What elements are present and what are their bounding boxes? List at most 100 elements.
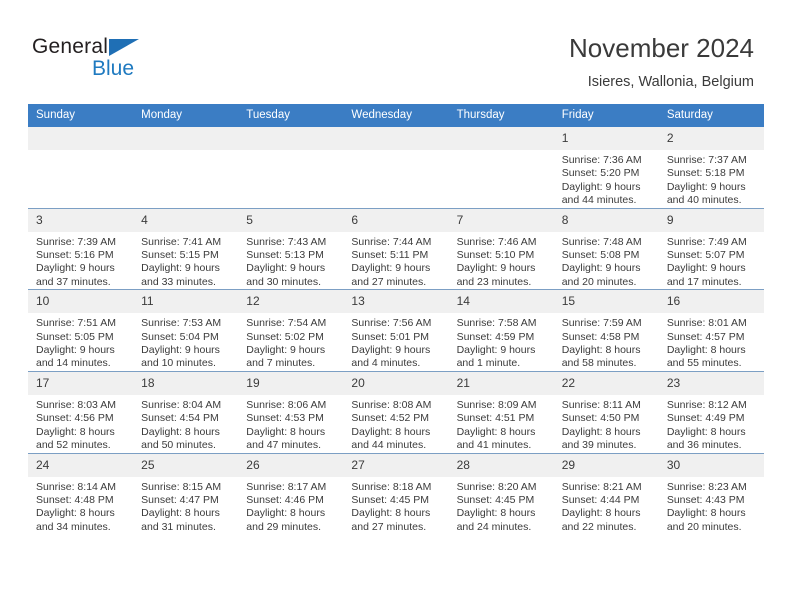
daylight-text-line2: and 39 minutes. [561, 439, 637, 452]
sunrise-text: Sunrise: 7:41 AM [141, 235, 222, 248]
calendar-day-cell[interactable]: 7 Sunrise: 7:46 AM Sunset: 5:10 PM Daylight… [448, 207, 554, 290]
daylight-text-line2: and 22 minutes. [561, 520, 637, 533]
calendar-day-cell[interactable]: 2 Sunrise: 7:37 AM Sunset: 5:18 PM Daylight… [658, 127, 764, 209]
calendar-day-cell[interactable]: 16 Sunrise: 8:01 AM Sunset: 4:57 PM Dayligh… [658, 289, 764, 372]
calendar-day-cell[interactable]: 27 Sunrise: 8:18 AM Sunset: 4:45 PM Dayligh… [343, 452, 449, 535]
calendar-day-cell[interactable]: 14 Sunrise: 7:58 AM Sunset: 4:59 PM Dayligh… [448, 289, 554, 372]
day-details: Sunrise: 8:01 AM Sunset: 4:57 PM Daylight:… [659, 313, 764, 371]
sunset-text: Sunset: 4:58 PM [561, 330, 640, 343]
calendar-day-cell[interactable]: 30 Sunrise: 8:23 AM Sunset: 4:43 PM Dayligh… [658, 452, 764, 535]
sunrise-text: Sunrise: 7:53 AM [141, 317, 222, 330]
calendar-day-cell[interactable]: 17 Sunrise: 8:03 AM Sunset: 4:56 PM Dayligh… [28, 370, 134, 453]
calendar-day-cell[interactable]: 26 Sunrise: 8:17 AM Sunset: 4:46 PM Dayligh… [238, 452, 344, 535]
day-details: Sunrise: 7:51 AM Sunset: 5:05 PM Daylight:… [28, 313, 133, 371]
day-number: 17 [28, 371, 134, 395]
calendar-day-cell[interactable]: 10 Sunrise: 7:51 AM Sunset: 5:05 PM Dayligh… [28, 289, 134, 372]
daylight-text-line1: Daylight: 8 hours [351, 507, 431, 520]
daylight-text-line2: and 27 minutes. [351, 520, 427, 533]
sunset-text: Sunset: 5:01 PM [351, 330, 430, 343]
sunset-text: Sunset: 4:47 PM [141, 493, 219, 506]
calendar-week-row: 17 Sunrise: 8:03 AM Sunset: 4:56 PM Dayligh… [28, 370, 764, 453]
day-number: 29 [553, 453, 659, 477]
calendar-day-cell[interactable]: 25 Sunrise: 8:15 AM Sunset: 4:47 PM Dayligh… [133, 452, 239, 535]
sunrise-text: Sunrise: 8:23 AM [666, 480, 747, 493]
sunrise-text: Sunrise: 8:06 AM [246, 398, 327, 411]
calendar-day-cell[interactable]: 29 Sunrise: 8:21 AM Sunset: 4:44 PM Dayligh… [553, 452, 659, 535]
calendar-day-cell[interactable]: 24 Sunrise: 8:14 AM Sunset: 4:48 PM Dayligh… [28, 452, 134, 535]
day-details: Sunrise: 7:53 AM Sunset: 5:04 PM Daylight:… [133, 313, 238, 371]
day-details: Sunrise: 8:20 AM Sunset: 4:45 PM Daylight:… [449, 477, 554, 535]
calendar-day-cell[interactable]: 23 Sunrise: 8:12 AM Sunset: 4:49 PM Dayligh… [658, 370, 764, 453]
day-details: Sunrise: 7:41 AM Sunset: 5:15 PM Daylight:… [133, 232, 238, 290]
day-number: 8 [553, 208, 659, 232]
daylight-text-line1: Daylight: 9 hours [141, 344, 220, 357]
daylight-text-line1: Daylight: 9 hours [351, 344, 431, 357]
daylight-text-line2: and 44 minutes. [561, 194, 637, 207]
day-details: Sunrise: 8:21 AM Sunset: 4:44 PM Daylight:… [554, 477, 659, 535]
calendar-day-cell[interactable]: 19 Sunrise: 8:06 AM Sunset: 4:53 PM Dayligh… [238, 370, 344, 453]
daylight-text-line1: Daylight: 9 hours [456, 262, 536, 275]
daylight-text-line1: Daylight: 9 hours [456, 344, 536, 357]
brand-name-blue: Blue [92, 57, 135, 80]
calendar-day-cell[interactable]: 4 Sunrise: 7:41 AM Sunset: 5:15 PM Daylight… [133, 207, 239, 290]
calendar-day-cell[interactable]: 6 Sunrise: 7:44 AM Sunset: 5:11 PM Daylight… [343, 207, 449, 290]
sunrise-text: Sunrise: 8:12 AM [666, 398, 747, 411]
triangle-icon [109, 39, 139, 56]
general-blue-logo[interactable]: General Blue [32, 36, 232, 88]
day-number: 7 [448, 208, 554, 232]
day-number: 15 [553, 290, 659, 314]
day-details: Sunrise: 8:06 AM Sunset: 4:53 PM Daylight:… [238, 395, 343, 453]
calendar-day-cell[interactable]: 9 Sunrise: 7:49 AM Sunset: 5:07 PM Daylight… [658, 207, 764, 290]
sunset-text: Sunset: 4:52 PM [351, 412, 430, 425]
day-number: 6 [343, 208, 449, 232]
day-number: 30 [658, 453, 764, 477]
sunrise-text: Sunrise: 7:54 AM [246, 317, 327, 330]
day-details: Sunrise: 8:15 AM Sunset: 4:47 PM Daylight:… [133, 477, 238, 535]
calendar-day-cell-empty [133, 127, 239, 209]
sunset-text: Sunset: 5:16 PM [36, 249, 114, 262]
daylight-text-line2: and 23 minutes. [456, 275, 532, 288]
calendar-body: 1 Sunrise: 7:36 AM Sunset: 5:20 PM Daylight… [28, 127, 764, 535]
calendar-day-cell[interactable]: 8 Sunrise: 7:48 AM Sunset: 5:08 PM Daylight… [553, 207, 659, 290]
weekday-header-saturday: Saturday [658, 104, 764, 127]
sunrise-text: Sunrise: 8:18 AM [351, 480, 432, 493]
day-number [448, 127, 554, 150]
calendar-day-cell[interactable]: 21 Sunrise: 8:09 AM Sunset: 4:51 PM Dayligh… [448, 370, 554, 453]
day-details: Sunrise: 7:54 AM Sunset: 5:02 PM Daylight:… [238, 313, 343, 371]
sunset-text: Sunset: 5:15 PM [141, 249, 219, 262]
daylight-text-line1: Daylight: 8 hours [561, 507, 641, 520]
daylight-text-line1: Daylight: 9 hours [141, 262, 220, 275]
daylight-text-line2: and 41 minutes. [456, 439, 532, 452]
calendar-day-cell[interactable]: 20 Sunrise: 8:08 AM Sunset: 4:52 PM Dayligh… [343, 370, 449, 453]
sunset-text: Sunset: 4:56 PM [36, 412, 114, 425]
day-details: Sunrise: 7:43 AM Sunset: 5:13 PM Daylight:… [238, 232, 343, 290]
sunrise-text: Sunrise: 8:01 AM [666, 317, 747, 330]
daylight-text-line2: and 50 minutes. [141, 439, 216, 452]
calendar-week-row: 24 Sunrise: 8:14 AM Sunset: 4:48 PM Dayligh… [28, 452, 764, 535]
sunrise-text: Sunrise: 8:15 AM [141, 480, 222, 493]
calendar-day-cell[interactable]: 11 Sunrise: 7:53 AM Sunset: 5:04 PM Dayligh… [133, 289, 239, 372]
calendar-day-cell[interactable]: 22 Sunrise: 8:11 AM Sunset: 4:50 PM Dayligh… [553, 370, 659, 453]
sunset-text: Sunset: 4:43 PM [666, 493, 745, 506]
daylight-text-line1: Daylight: 9 hours [666, 262, 746, 275]
sunrise-text: Sunrise: 7:36 AM [561, 154, 642, 166]
daylight-text-line1: Daylight: 8 hours [141, 425, 220, 438]
calendar-day-cell[interactable]: 28 Sunrise: 8:20 AM Sunset: 4:45 PM Dayligh… [448, 452, 554, 535]
calendar-day-cell[interactable]: 3 Sunrise: 7:39 AM Sunset: 5:16 PM Daylight… [28, 207, 134, 290]
page-subtitle: Isieres, Wallonia, Belgium [587, 74, 754, 90]
day-details: Sunrise: 7:49 AM Sunset: 5:07 PM Daylight:… [659, 232, 764, 290]
day-details: Sunrise: 7:36 AM Sunset: 5:20 PM Daylight:… [554, 150, 659, 208]
daylight-text-line1: Daylight: 9 hours [246, 344, 326, 357]
calendar-day-cell[interactable]: 13 Sunrise: 7:56 AM Sunset: 5:01 PM Dayligh… [343, 289, 449, 372]
daylight-text-line2: and 37 minutes. [36, 275, 111, 288]
daylight-text-line2: and 34 minutes. [36, 520, 111, 533]
calendar-day-cell[interactable]: 12 Sunrise: 7:54 AM Sunset: 5:02 PM Dayligh… [238, 289, 344, 372]
day-number: 13 [343, 290, 449, 314]
calendar-day-cell[interactable]: 18 Sunrise: 8:04 AM Sunset: 4:54 PM Dayligh… [133, 370, 239, 453]
calendar-day-cell[interactable]: 15 Sunrise: 7:59 AM Sunset: 4:58 PM Dayligh… [553, 289, 659, 372]
calendar-day-cell-empty [448, 127, 554, 209]
calendar-day-cell[interactable]: 5 Sunrise: 7:43 AM Sunset: 5:13 PM Daylight… [238, 207, 344, 290]
day-number: 26 [238, 453, 344, 477]
calendar-day-cell[interactable]: 1 Sunrise: 7:36 AM Sunset: 5:20 PM Daylight… [553, 127, 659, 209]
day-number: 5 [238, 208, 344, 232]
